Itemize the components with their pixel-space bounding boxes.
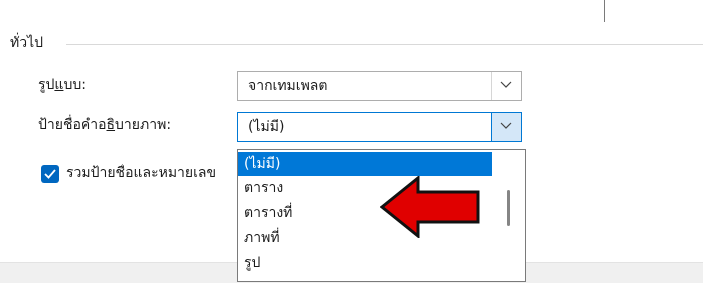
format-combobox-value: จากเทมเพลต (248, 78, 328, 94)
include-labels-checkbox-label[interactable]: รวมป้ายชื่อและหมายเลข (66, 164, 236, 182)
format-label-pre: รูป (38, 77, 55, 93)
dropdown-scrollbar[interactable] (493, 150, 525, 281)
chevron-down-icon (500, 122, 512, 129)
group-title: ทั่วไป (10, 34, 44, 52)
caption-label-access-key: ธิ (106, 117, 116, 133)
caption-label-post: บายภาพ: (115, 117, 172, 133)
format-label-post: บบ: (63, 77, 86, 93)
caption-label: ป้ายชื่อคำอธิบายภาพ: (38, 116, 171, 134)
group-divider-line (66, 44, 703, 45)
caption-label-pre: ป้ายชื่อคำอ (38, 117, 107, 133)
dropdown-scrollbar-thumb[interactable] (507, 190, 510, 226)
chevron-down-icon (500, 81, 512, 88)
format-combobox-button[interactable] (491, 72, 521, 100)
checkmark-icon (44, 169, 56, 179)
include-labels-checkbox[interactable] (41, 165, 59, 183)
dropdown-option[interactable]: (ไม่มี) (238, 152, 492, 176)
caption-combobox[interactable]: (ไม่มี) (237, 112, 522, 142)
red-left-arrow-icon (380, 176, 480, 238)
window-divider (604, 0, 605, 22)
caption-combobox-button[interactable] (491, 113, 521, 141)
format-label: รูปแบบ: (38, 76, 86, 94)
format-combobox[interactable]: จากเทมเพลต (237, 71, 522, 101)
dropdown-option[interactable]: รูป (238, 251, 492, 275)
caption-combobox-value: (ไม่มี) (248, 119, 285, 135)
